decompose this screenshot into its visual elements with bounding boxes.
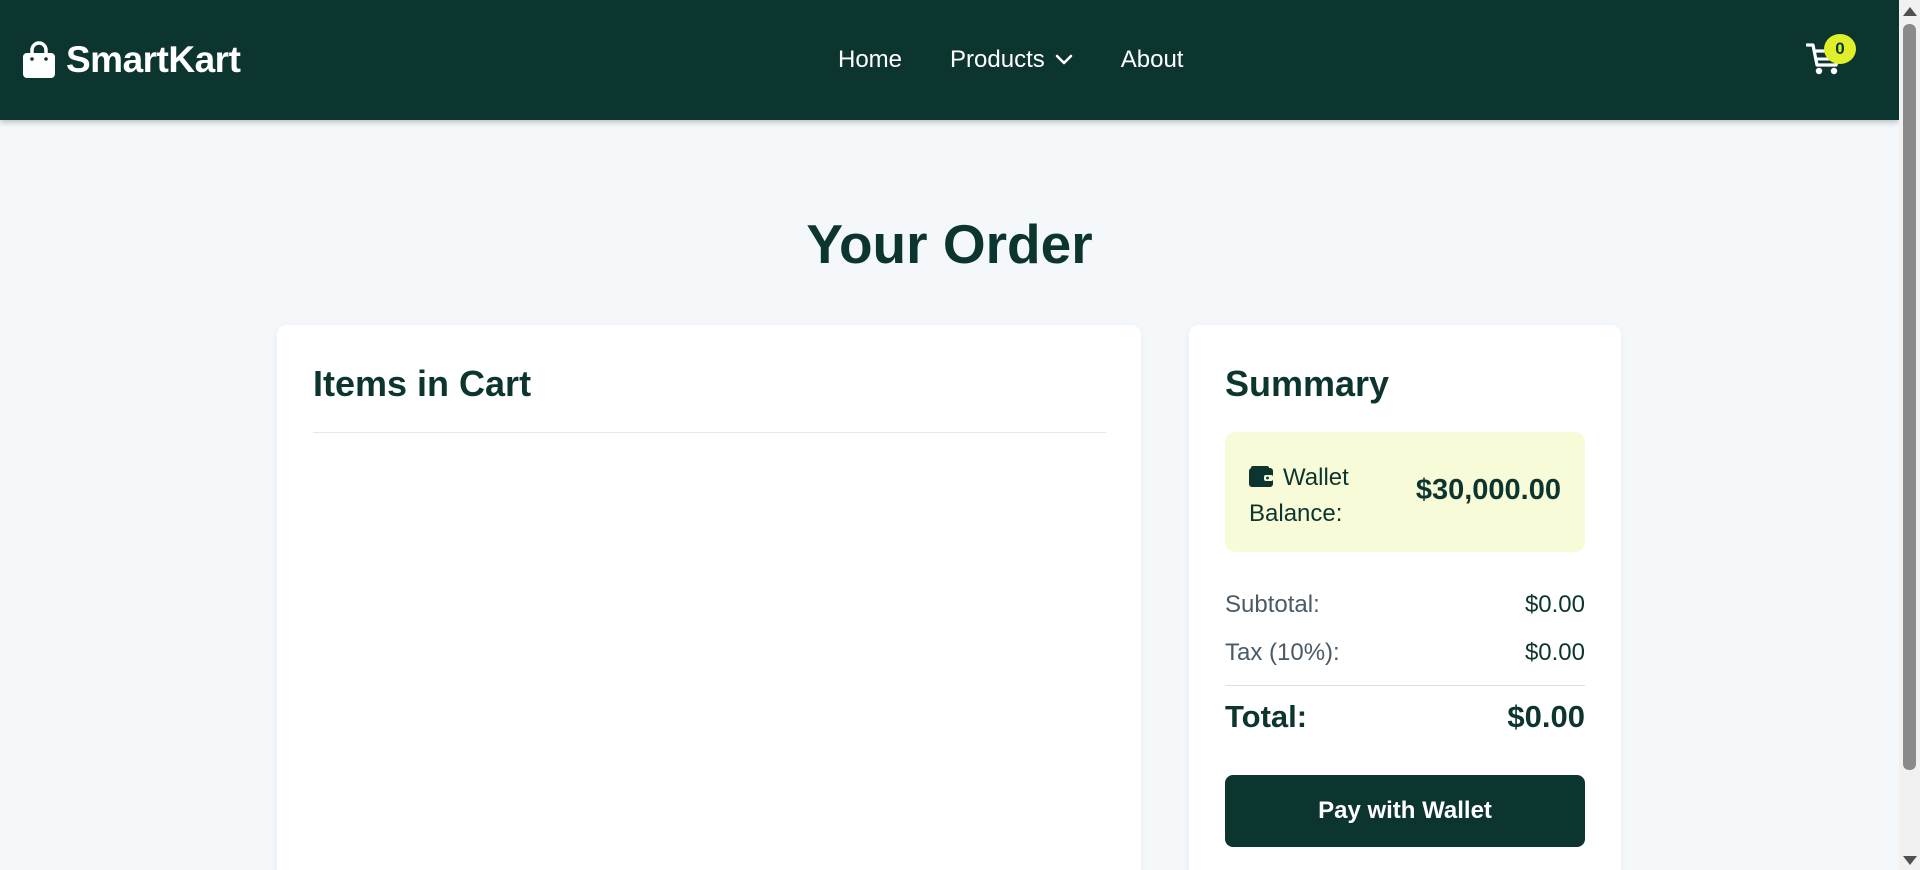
vertical-scrollbar[interactable]	[1899, 0, 1920, 870]
total-row: Total: $0.00	[1225, 699, 1585, 735]
tax-row: Tax (10%): $0.00	[1225, 639, 1585, 667]
shopping-bag-icon	[23, 41, 55, 78]
nav-about-label: About	[1120, 46, 1184, 73]
nav-home-label: Home	[838, 46, 903, 73]
brand-logo-link[interactable]: SmartKart	[22, 38, 241, 82]
divider	[1225, 685, 1585, 686]
nav-home-link[interactable]: Home	[838, 46, 902, 74]
subtotal-value: $0.00	[1524, 591, 1585, 618]
main-nav: Home Products About	[838, 40, 1183, 80]
page-title: Your Order	[806, 213, 1093, 275]
nav-about-link[interactable]: About	[1121, 46, 1184, 74]
pay-with-wallet-button[interactable]: Pay with Wallet	[1225, 775, 1585, 847]
subtotal-label: Subtotal:	[1225, 591, 1320, 618]
divider	[313, 432, 1106, 433]
wallet-balance-box: Wallet Balance: $30,000.00	[1225, 432, 1585, 552]
order-summary-panel: Summary Wallet Balance: $30,000.00 Subto…	[1189, 325, 1621, 870]
top-navbar: SmartKart Home Products About 0	[0, 0, 1899, 120]
scrollbar-thumb[interactable]	[1903, 24, 1916, 770]
subtotal-row: Subtotal: $0.00	[1225, 591, 1585, 619]
wallet-balance-amount: $30,000.00	[1415, 474, 1561, 506]
wallet-balance-label-group: Wallet Balance:	[1249, 460, 1399, 532]
total-value: $0.00	[1507, 699, 1585, 734]
nav-products-label: Products	[950, 46, 1045, 73]
nav-products-dropdown[interactable]: Products	[950, 46, 1073, 74]
scroll-up-arrow-icon[interactable]	[1903, 7, 1917, 16]
total-label: Total:	[1225, 699, 1308, 734]
cart-count-badge: 0	[1824, 34, 1856, 64]
tax-label: Tax (10%):	[1225, 639, 1340, 666]
chevron-down-icon	[1055, 54, 1073, 65]
cart-items-panel: Items in Cart	[277, 325, 1141, 870]
summary-title: Summary	[1225, 363, 1390, 404]
scroll-down-arrow-icon[interactable]	[1903, 856, 1917, 865]
cart-panel-title: Items in Cart	[313, 363, 532, 404]
brand-name: SmartKart	[66, 39, 241, 80]
wallet-icon	[1249, 466, 1273, 487]
tax-value: $0.00	[1524, 639, 1585, 666]
